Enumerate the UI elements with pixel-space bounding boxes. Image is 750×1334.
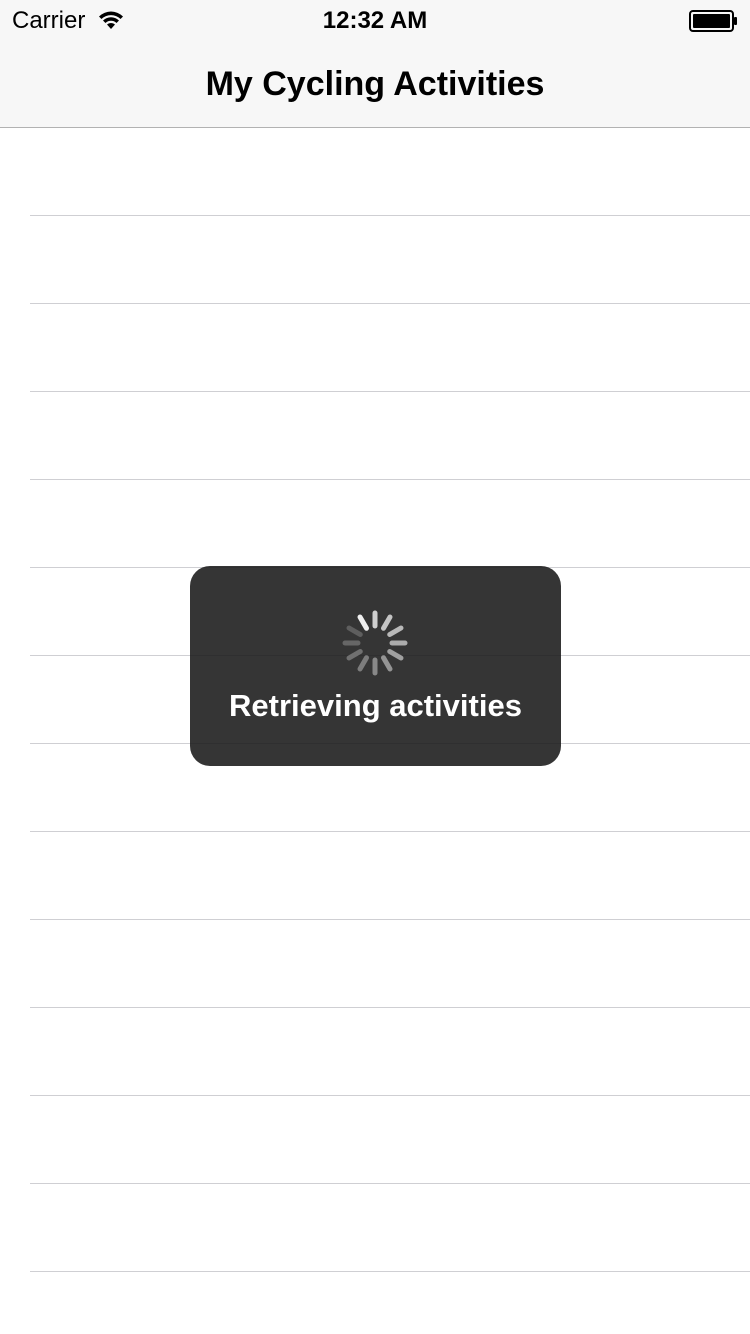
loading-hud: Retrieving activities	[190, 566, 561, 766]
status-time: 12:32 AM	[322, 7, 428, 34]
table-row[interactable]	[0, 1184, 750, 1272]
table-row[interactable]	[0, 1008, 750, 1096]
screen: Carrier 12:32 AM My Cycling Activities R…	[0, 0, 750, 1334]
activity-spinner-icon	[340, 608, 410, 678]
page-title: My Cycling Activities	[205, 65, 545, 103]
table-row[interactable]	[0, 216, 750, 304]
battery-icon	[689, 10, 739, 32]
table-row[interactable]	[0, 832, 750, 920]
top-bar: Carrier 12:32 AM My Cycling Activities	[0, 0, 750, 128]
table-row[interactable]	[0, 920, 750, 1008]
table-row[interactable]	[0, 1096, 750, 1184]
table-row[interactable]	[0, 480, 750, 568]
loading-message: Retrieving activities	[229, 688, 522, 723]
status-bar: Carrier 12:32 AM	[0, 0, 750, 40]
table-row[interactable]	[0, 392, 750, 480]
table-row[interactable]	[0, 128, 750, 216]
table-row[interactable]	[0, 304, 750, 392]
table-row[interactable]	[0, 1272, 750, 1334]
